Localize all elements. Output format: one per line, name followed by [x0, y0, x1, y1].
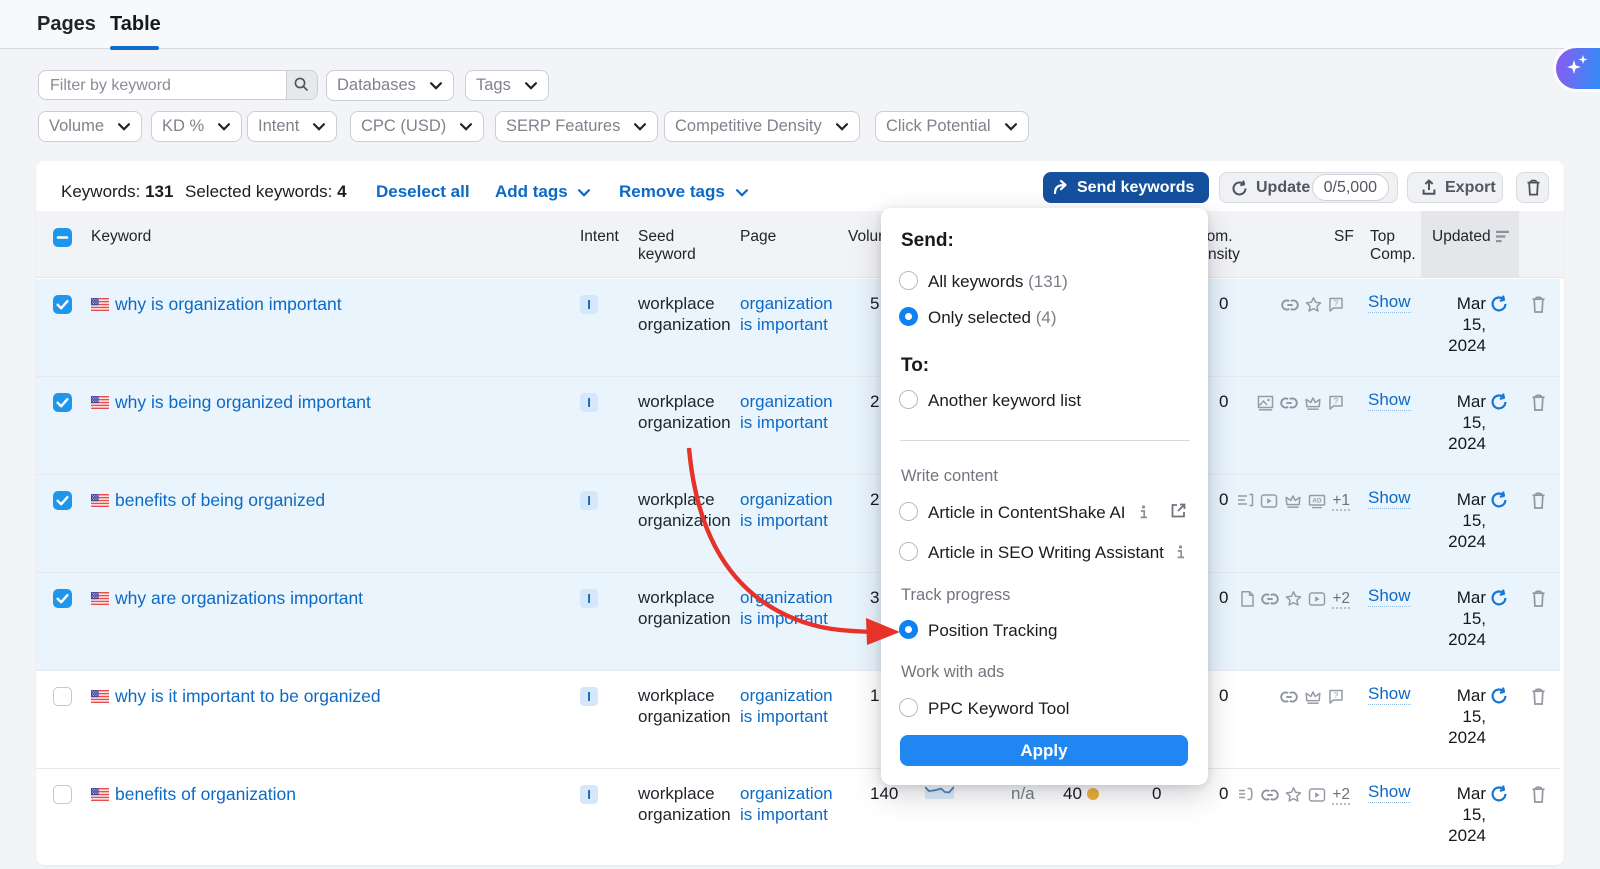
- svg-text:?: ?: [1334, 691, 1339, 700]
- svg-text:?: ?: [1334, 397, 1339, 406]
- svg-text:?: ?: [1334, 299, 1339, 308]
- svg-text:AD: AD: [1313, 498, 1323, 505]
